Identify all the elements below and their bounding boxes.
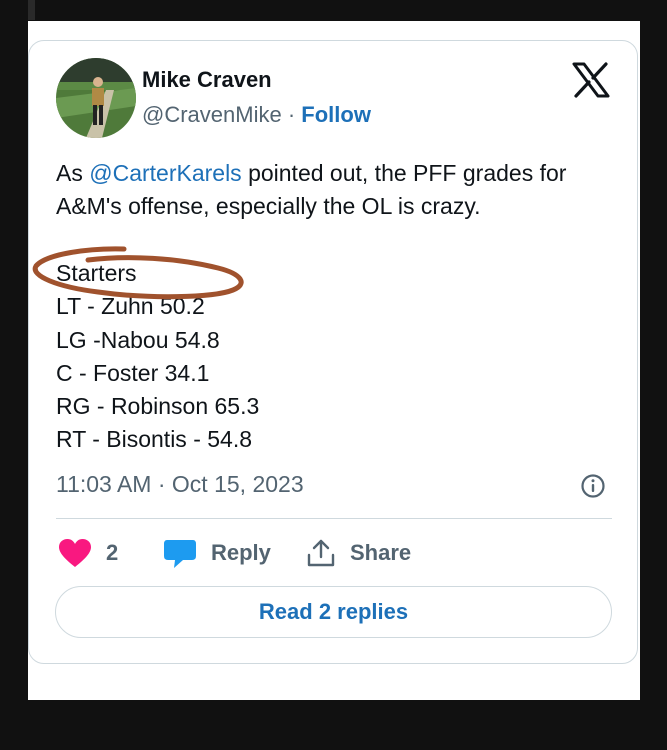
top-edge-mark (28, 0, 35, 20)
author-handle-row: @CravenMike · Follow (142, 102, 371, 128)
heart-icon (58, 538, 92, 568)
like-button[interactable]: 2 (58, 536, 118, 570)
follow-button[interactable]: Follow (301, 102, 371, 127)
like-count: 2 (106, 540, 119, 565)
handle-separator: · (287, 102, 296, 127)
info-icon[interactable] (580, 473, 606, 499)
starter-line: RG - Robinson 65.3 (56, 393, 260, 420)
tweet-text-before-mention: As (56, 160, 90, 186)
tweet-timestamp[interactable]: 11:03 AM · Oct 15, 2023 (56, 471, 304, 498)
actions-divider (56, 518, 612, 519)
hand-drawn-circle-annotation (32, 246, 244, 300)
reply-button[interactable]: Reply (163, 536, 271, 570)
tweet-text: As @CarterKarels pointed out, the PFF gr… (56, 157, 606, 223)
share-button[interactable]: Share (306, 536, 411, 570)
share-label: Share (350, 540, 412, 565)
author-avatar[interactable] (56, 58, 136, 138)
share-icon (306, 538, 336, 568)
author-name[interactable]: Mike Craven (142, 67, 272, 93)
mention-link[interactable]: @CarterKarels (89, 160, 241, 186)
author-handle[interactable]: @CravenMike (142, 102, 282, 127)
starter-line: RT - Bisontis - 54.8 (56, 426, 253, 453)
reply-label: Reply (211, 540, 271, 565)
x-logo-icon[interactable] (572, 62, 610, 98)
speech-bubble-icon (163, 537, 197, 569)
starter-line: LG -Nabou 54.8 (56, 326, 220, 353)
read-replies-button[interactable]: Read 2 replies (55, 586, 612, 638)
starter-line: C - Foster 34.1 (56, 359, 210, 386)
